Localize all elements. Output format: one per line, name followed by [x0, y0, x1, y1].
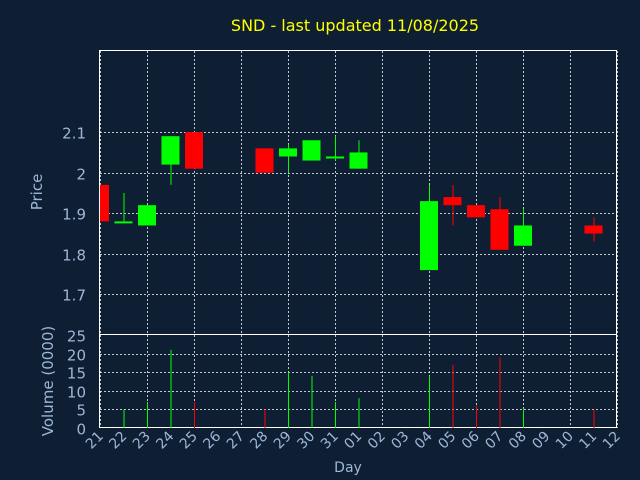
candle-body [161, 136, 180, 165]
candle-body [514, 225, 532, 246]
volume-tick-label: 20 [67, 347, 86, 365]
candle-body [490, 209, 509, 250]
price-tick-label: 1.7 [62, 287, 86, 305]
candle-06 [467, 205, 485, 218]
candle-body [443, 197, 462, 206]
candle-28 [255, 148, 274, 173]
candle-body [255, 148, 274, 173]
candle-23 [138, 205, 156, 226]
candle-body [584, 225, 603, 234]
chart-title: SND - last updated 11/08/2025 [231, 16, 479, 35]
candle-body [467, 205, 485, 218]
day-axis: 21 22 23 24 25 26 27 28 29 30 31 01 02 03 04 05 06 07 08 09… [83, 428, 624, 452]
volume-axis-label: Volume (0000) [39, 326, 57, 436]
candle-body [349, 152, 368, 169]
price-axis-label: Price [28, 174, 46, 211]
price-tick-label: 1.8 [62, 247, 86, 265]
price-tick-label: 2.1 [62, 125, 86, 143]
candle-body [302, 140, 321, 161]
volume-tick-label: 5 [76, 402, 86, 420]
candle-body [326, 156, 344, 159]
volume-tick-label: 10 [67, 384, 86, 402]
volume-tick-label: 0 [76, 421, 86, 439]
stock-chart: SND - last updated 11/08/2025 1.7 1.8 1.9 2… [0, 0, 640, 480]
candle-body [100, 184, 109, 222]
chart-background [0, 0, 640, 480]
price-tick-label: 2 [76, 166, 86, 184]
candle-body [279, 148, 297, 157]
candle-25 [185, 132, 203, 169]
candle-body [138, 205, 156, 226]
candle-body [185, 132, 203, 169]
price-tick-label: 1.9 [62, 206, 86, 224]
candle-30 [302, 140, 321, 161]
candle-body [420, 201, 438, 271]
volume-tick-label: 25 [67, 328, 86, 346]
x-axis-label: Day [334, 460, 362, 476]
candle-21 [100, 184, 109, 222]
candle-body [114, 221, 133, 224]
volume-tick-label: 15 [67, 365, 86, 383]
